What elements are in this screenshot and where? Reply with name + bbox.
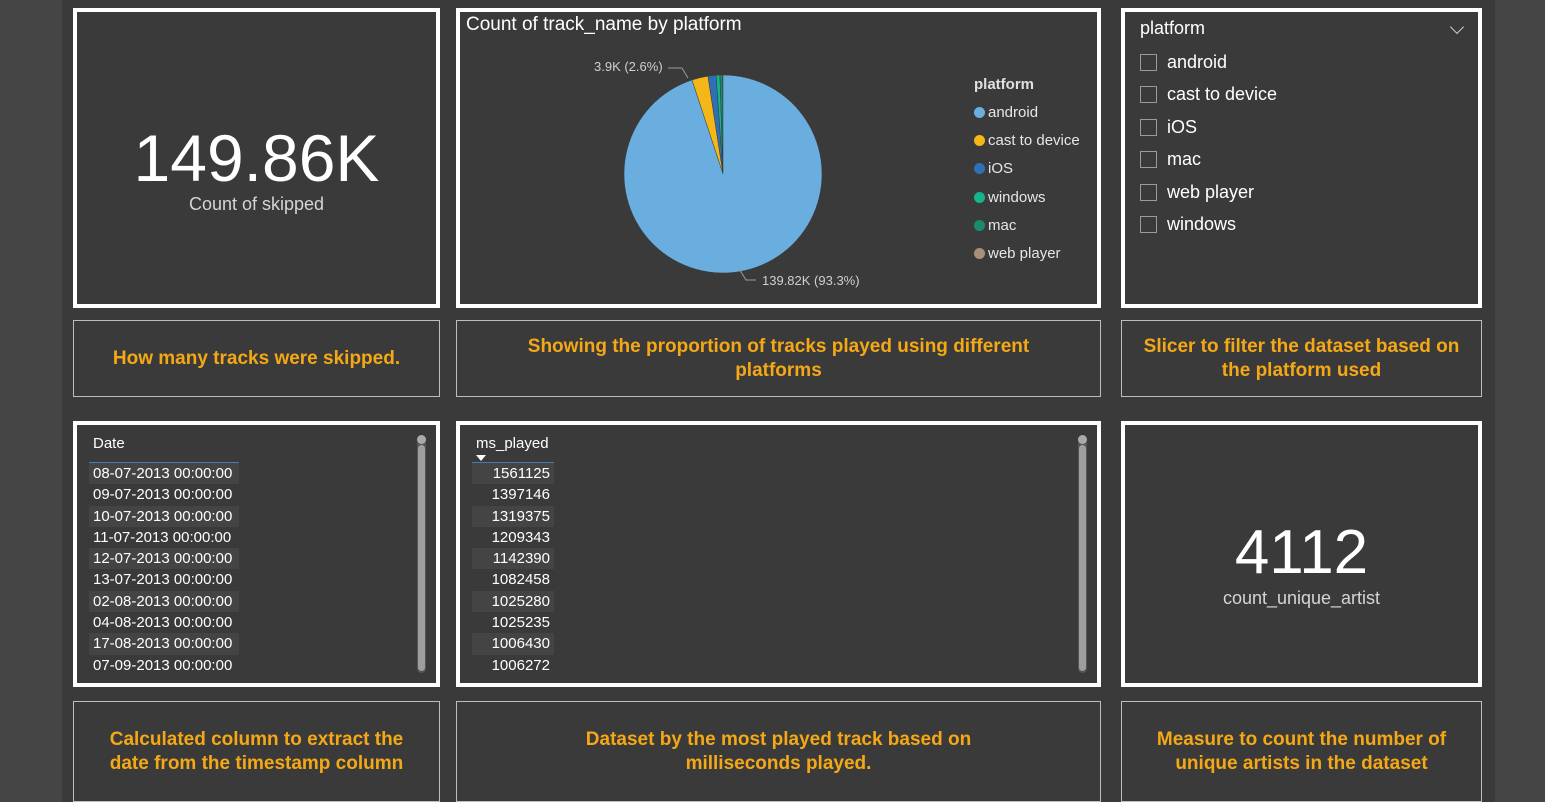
kpi-skipped-value: 149.86K xyxy=(133,121,380,195)
sort-descending-icon[interactable] xyxy=(476,455,486,461)
legend-item-mac[interactable]: mac xyxy=(974,211,1080,239)
legend-item-cast-to-device[interactable]: cast to device xyxy=(974,126,1080,154)
table-row[interactable]: 1319375 xyxy=(472,505,554,527)
legend-label: mac xyxy=(988,216,1017,234)
checkbox[interactable] xyxy=(1140,216,1157,234)
table-row[interactable]: 1025235 xyxy=(472,612,554,633)
description-date: Calculated column to extract the date fr… xyxy=(73,701,440,802)
table-row[interactable]: 1142390 xyxy=(472,548,554,570)
ms-played-table-scrollbar[interactable] xyxy=(1078,435,1087,673)
checkbox[interactable] xyxy=(1140,86,1157,104)
legend-dot-icon xyxy=(974,248,985,260)
scrollbar-cap xyxy=(1078,435,1087,444)
legend-dot-icon xyxy=(974,219,985,231)
slicer-item-cast-to-device[interactable]: cast to device xyxy=(1140,79,1277,112)
table-row[interactable]: 1006272 xyxy=(472,655,554,676)
table-row[interactable]: 1397146 xyxy=(472,484,554,505)
pie-label-small: 3.9K (2.6%) xyxy=(594,59,663,74)
right-margin xyxy=(1495,0,1545,802)
table-row[interactable]: 1561125 xyxy=(472,463,554,485)
slicer-list: android cast to device iOS mac web player win… xyxy=(1140,46,1277,241)
kpi-card-unique-artist[interactable]: 4112 count_unique_artist xyxy=(1121,421,1482,687)
slicer-item-windows[interactable]: windows xyxy=(1140,209,1277,242)
table-row[interactable]: 11-07-2013 00:00:00 xyxy=(89,527,239,548)
legend-label: cast to device xyxy=(988,131,1080,149)
slicer-item-label: web player xyxy=(1167,181,1255,202)
legend-title: platform xyxy=(974,76,1034,93)
legend-dot-icon xyxy=(974,163,985,175)
pie-chart[interactable]: 3.9K (2.6%) 139.82K (93.3%) xyxy=(460,12,960,302)
description-artist: Measure to count the number of unique ar… xyxy=(1121,701,1482,802)
table-row[interactable]: 04-08-2013 00:00:00 xyxy=(89,612,239,633)
scrollbar-thumb[interactable] xyxy=(418,445,425,671)
legend-dot-icon xyxy=(974,191,985,203)
table-row[interactable]: 02-08-2013 00:00:00 xyxy=(89,590,239,613)
description-ms: Dataset by the most played track based o… xyxy=(456,701,1101,802)
legend-dot-icon xyxy=(974,106,985,118)
kpi-card-skipped[interactable]: 149.86K Count of skipped xyxy=(73,8,440,308)
ms-played-table-body: 1561125 1397146 1319375 1209343 1142390 10824… xyxy=(472,463,554,676)
slicer-item-mac[interactable]: mac xyxy=(1140,144,1277,177)
kpi-artist-value: 4112 xyxy=(1234,518,1369,587)
legend-item-ios[interactable]: iOS xyxy=(974,155,1080,183)
legend-item-windows[interactable]: windows xyxy=(974,183,1080,211)
legend-item-web-player[interactable]: web player xyxy=(974,239,1080,267)
slicer-item-label: cast to device xyxy=(1167,84,1278,105)
pie-label-large: 139.82K (93.3%) xyxy=(762,273,860,288)
table-row[interactable]: 08-07-2013 00:00:00 xyxy=(89,463,239,485)
slicer-item-web-player[interactable]: web player xyxy=(1140,176,1277,209)
date-column-header[interactable]: Date xyxy=(89,435,239,463)
left-margin xyxy=(0,0,62,802)
table-row[interactable]: 09-07-2013 00:00:00 xyxy=(89,484,239,505)
pie-legend: platform android cast to device iOS windows… xyxy=(974,76,1080,268)
pie-chart-card[interactable]: Count of track_name by platform 3.9K (2.… xyxy=(456,8,1101,308)
date-table-scrollbar[interactable] xyxy=(417,435,426,673)
description-skipped: How many tracks were skipped. xyxy=(73,320,440,397)
table-row[interactable]: 07-09-2013 00:00:00 xyxy=(89,655,239,676)
date-table-card[interactable]: Date 08-07-2013 00:00:00 09-07-2013 00:00… xyxy=(73,421,440,687)
chevron-down-icon[interactable] xyxy=(1449,19,1465,35)
slicer-item-android[interactable]: android xyxy=(1140,46,1277,79)
slicer-item-ios[interactable]: iOS xyxy=(1140,111,1277,144)
table-row[interactable]: 1082458 xyxy=(472,569,554,590)
pie-slice-android[interactable] xyxy=(623,74,823,274)
ms-played-header-label: ms_played xyxy=(476,435,549,452)
scrollbar-thumb[interactable] xyxy=(1079,445,1086,671)
slicer-item-label: android xyxy=(1167,51,1228,72)
slicer-item-label: iOS xyxy=(1167,116,1198,137)
slicer-item-label: mac xyxy=(1167,149,1202,170)
ms-played-column-header[interactable]: ms_played xyxy=(472,435,554,463)
description-pie: Showing the proportion of tracks played … xyxy=(456,320,1101,397)
legend-item-android[interactable]: android xyxy=(974,98,1080,126)
checkbox[interactable] xyxy=(1140,118,1157,136)
legend-label: iOS xyxy=(988,160,1014,178)
legend-label: android xyxy=(988,103,1039,121)
slicer-item-label: windows xyxy=(1167,214,1237,235)
table-row[interactable]: 13-07-2013 00:00:00 xyxy=(89,569,239,590)
kpi-skipped-label: Count of skipped xyxy=(188,194,325,214)
checkbox[interactable] xyxy=(1140,183,1157,201)
legend-label: windows xyxy=(988,188,1046,206)
table-row[interactable]: 1209343 xyxy=(472,527,554,548)
kpi-artist-label: count_unique_artist xyxy=(1222,588,1381,608)
scrollbar-cap xyxy=(417,435,426,444)
table-row[interactable]: 17-08-2013 00:00:00 xyxy=(89,633,239,655)
checkbox[interactable] xyxy=(1140,53,1157,71)
legend-label: web player xyxy=(988,245,1061,263)
pie-leader-line-small xyxy=(668,67,689,79)
table-row[interactable]: 1006430 xyxy=(472,633,554,655)
date-table-body: 08-07-2013 00:00:00 09-07-2013 00:00:00 10… xyxy=(89,463,239,676)
legend-dot-icon xyxy=(974,134,985,146)
table-row[interactable]: 12-07-2013 00:00:00 xyxy=(89,548,239,570)
slicer-header: platform xyxy=(1140,18,1206,38)
table-row[interactable]: 10-07-2013 00:00:00 xyxy=(89,505,239,527)
checkbox[interactable] xyxy=(1140,151,1157,169)
description-slicer: Slicer to filter the dataset based on th… xyxy=(1121,320,1482,397)
table-row[interactable]: 1025280 xyxy=(472,590,554,613)
ms-played-table-card[interactable]: ms_played 1561125 1397146 1319375 1209343 11… xyxy=(456,421,1101,687)
platform-slicer[interactable]: platform android cast to device iOS mac web … xyxy=(1121,8,1482,308)
